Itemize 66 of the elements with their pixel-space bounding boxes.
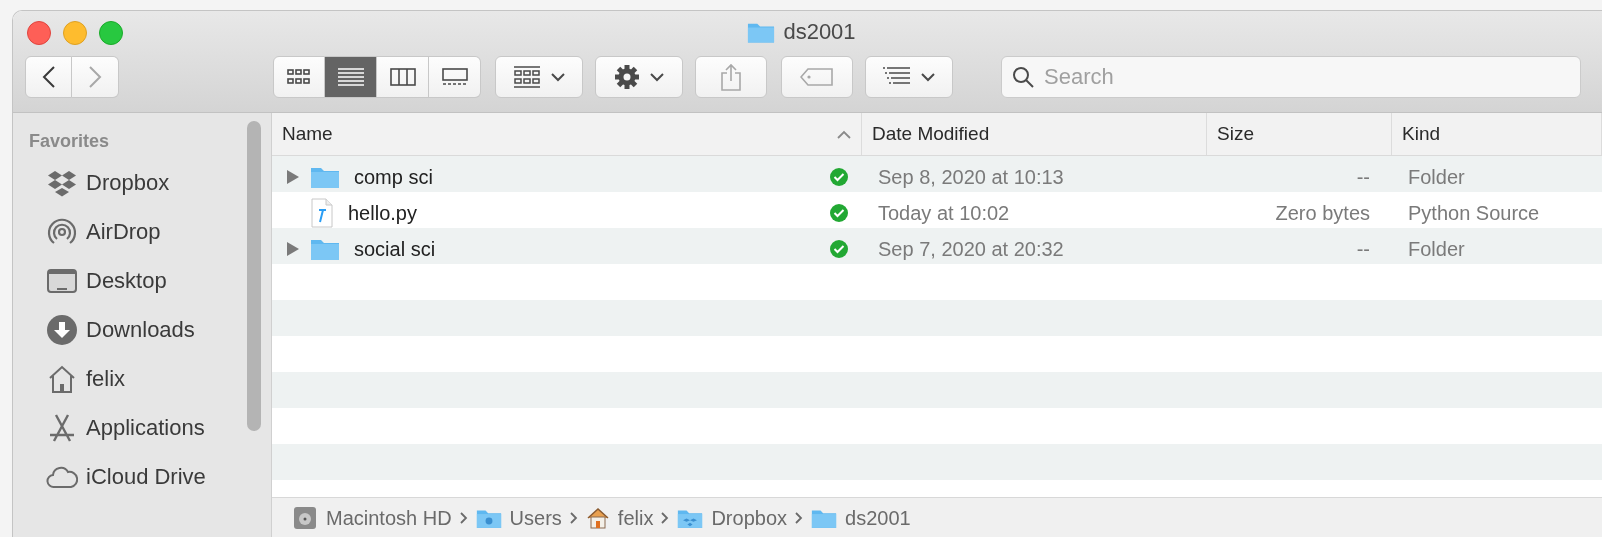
group-button[interactable] <box>495 56 583 98</box>
caret-icon <box>551 72 565 82</box>
path-item[interactable]: ds2001 <box>845 506 911 530</box>
column-header[interactable]: Date Modified <box>872 123 990 145</box>
caret-icon <box>650 72 664 82</box>
action-button[interactable] <box>595 56 683 98</box>
chevron-right-icon <box>661 512 670 524</box>
sidebar-section-title: Favorites <box>28 131 111 152</box>
caret-icon <box>921 72 935 82</box>
zoom-button[interactable] <box>99 21 123 45</box>
python-file-icon <box>310 198 334 228</box>
view-mode-button[interactable] <box>273 56 325 98</box>
file-name[interactable]: social sci <box>354 237 822 261</box>
icon-view-icon <box>287 69 311 85</box>
close-button[interactable] <box>27 21 51 45</box>
sidebar-item[interactable]: Downloads <box>13 305 271 354</box>
column-header[interactable]: Name <box>282 123 333 145</box>
disclosure-triangle-icon[interactable] <box>286 169 300 185</box>
file-name[interactable]: comp sci <box>354 165 822 189</box>
column-header[interactable]: Size <box>1217 123 1254 145</box>
download-icon <box>46 313 78 346</box>
sort-caret-icon <box>837 129 851 139</box>
sidebar-item[interactable]: iCloud Drive <box>13 452 271 501</box>
table-cell-text: Folder <box>1407 165 1466 189</box>
table-cell-text: Folder <box>1407 237 1466 261</box>
folder-icon <box>310 237 340 261</box>
view-mode-button[interactable] <box>325 56 377 98</box>
sidebar-item[interactable]: Desktop <box>13 256 271 305</box>
file-name[interactable]: hello.py <box>348 201 822 225</box>
view-mode-button[interactable] <box>377 56 429 98</box>
sort-list-icon <box>883 67 911 87</box>
path-item[interactable]: Macintosh HD <box>326 506 452 530</box>
table-cell-text: Sep 8, 2020 at 10:13 <box>877 165 1065 189</box>
table-cell-text: -- <box>1355 237 1371 261</box>
view-mode-button[interactable] <box>429 56 481 98</box>
gallery-view-icon <box>441 68 468 86</box>
share-icon <box>720 63 742 91</box>
list-view-icon <box>337 68 364 86</box>
search-field[interactable]: Search <box>1001 56 1581 98</box>
chevron-right-icon <box>795 512 804 524</box>
table-cell-text: Zero bytes <box>1274 201 1371 225</box>
search-icon <box>1012 66 1034 88</box>
table-cell-text: Today at 10:02 <box>877 201 1011 225</box>
path-item[interactable]: felix <box>617 506 654 530</box>
path-item[interactable]: Dropbox <box>711 506 788 530</box>
window-title: ds2001 <box>783 19 856 45</box>
folder-icon <box>310 165 340 189</box>
sidebar-item[interactable]: Applications <box>13 403 271 452</box>
chevron-right-icon <box>459 512 468 524</box>
path-item[interactable]: Users <box>509 506 562 530</box>
table-cell-text: Python Source <box>1407 201 1541 225</box>
column-header[interactable]: Kind <box>1402 123 1441 145</box>
table-cell-text: Sep 7, 2020 at 20:32 <box>877 237 1065 261</box>
sort-button[interactable] <box>865 56 953 98</box>
tag-icon <box>800 68 834 86</box>
disclosure-triangle-icon[interactable] <box>286 241 300 257</box>
grid-icon <box>513 66 541 88</box>
scrollbar-thumb[interactable] <box>247 121 261 431</box>
sidebar-item[interactable]: AirDrop <box>13 207 271 256</box>
sidebar-item[interactable]: Dropbox <box>13 158 271 207</box>
home-icon <box>585 506 610 530</box>
column-view-icon <box>389 68 416 86</box>
table-cell-text: -- <box>1355 165 1371 189</box>
chevron-right-icon <box>569 512 578 524</box>
sidebar-item[interactable]: felix <box>13 354 271 403</box>
back-button[interactable] <box>25 56 72 98</box>
